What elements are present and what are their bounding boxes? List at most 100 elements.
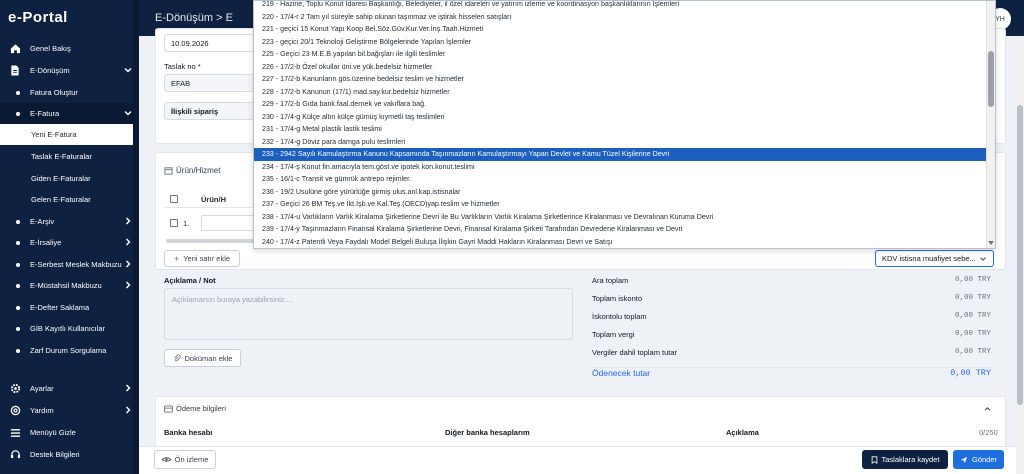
dropdown-option[interactable]: 238 - 17/4-u Varlıkların Varlık Kiralama… — [254, 211, 988, 224]
sidebar-item-e-do-nu-s-u-m[interactable]: E-Dönüşüm — [0, 60, 139, 81]
sidebar-item-taslak-e-faturalar[interactable]: Taslak E-Faturalar — [0, 146, 139, 167]
send-label: Gönder — [971, 455, 998, 464]
home-icon — [8, 42, 22, 56]
save-draft-label: Taslaklara kaydet — [881, 455, 940, 464]
sidebar-item-menu-yu-gizle[interactable]: Menüyü Gizle — [0, 422, 139, 443]
totals-value: 0,00 TRY — [954, 312, 991, 320]
sidebar-scrollbar[interactable] — [133, 0, 139, 474]
sidebar-item-e-serbest-meslek-makbuzu[interactable]: E-Serbest Meslek Makbuzu — [0, 254, 139, 275]
dropdown-option[interactable]: 240 - 17/4-z Patentli Veya Faydalı Model… — [254, 236, 988, 249]
dropdown-option[interactable]: 239 - 17/4-y Taşınmazların Finansal Kira… — [254, 223, 988, 236]
send-button[interactable]: Gönder — [953, 450, 1004, 469]
products-title: Ürün/Hizmet — [164, 166, 220, 175]
sidebar-item-label: E-Fatura — [30, 109, 60, 118]
dropdown-option[interactable]: 230 - 17/4-g Külçe altın külçe gümüş kıy… — [254, 111, 988, 124]
main-scrollbar-thumb[interactable] — [1017, 105, 1023, 405]
kdv-exemption-select[interactable]: KDV istisna muafiyet sebe... — [875, 250, 994, 267]
sidebar-item-destek-bilgileri[interactable]: Destek Bilgileri — [0, 444, 139, 465]
dropdown-option[interactable]: 223 - geçici 20/1 Teknoloji Geliştirme B… — [254, 36, 988, 49]
save-draft-button[interactable]: Taslaklara kaydet — [862, 450, 948, 469]
kdv-exemption-dropdown-list[interactable]: 219 - Hazine, Toplu Konut İdaresi Başkan… — [253, 0, 996, 249]
chevron-down-icon — [979, 255, 987, 263]
draft-no-field[interactable]: EFAB — [164, 74, 254, 92]
card-icon — [164, 404, 173, 413]
dropdown-option[interactable]: 237 - Geçici 26 BM Teş.ve İkt.İşb.ve Kal… — [254, 198, 988, 211]
kdv-exemption-value: KDV istisna muafiyet sebe... — [882, 254, 976, 263]
sidebar-item-e-i-rsaliye[interactable]: E-İrsaliye — [0, 232, 139, 253]
totals-label: Ödenecek tutar — [592, 368, 651, 378]
send-icon — [960, 456, 968, 464]
products-table-header: Ürün/H — [164, 190, 256, 208]
sidebar-item-genel-bak-s[interactable]: Genel Bakış — [0, 38, 139, 59]
collapse-chevron-icon[interactable] — [983, 405, 992, 413]
dropdown-option[interactable]: 234 - 17/4-ş Konut fin.amacıyla tem.göst… — [254, 161, 988, 174]
sidebar-item-yard-m[interactable]: Yardım — [0, 400, 139, 421]
dropdown-option[interactable]: 219 - Hazine, Toplu Konut İdaresi Başkan… — [254, 1, 988, 11]
chevron-right-icon — [123, 259, 133, 269]
char-count: 0/250 — [979, 428, 998, 437]
dropdown-scrollbar-thumb[interactable] — [988, 51, 994, 107]
chevron-right-icon — [123, 405, 133, 415]
app-logo: e-Portal — [8, 9, 68, 26]
bullet-icon — [16, 283, 20, 288]
note-label: Açıklama / Not — [164, 276, 216, 285]
sidebar-item-label: GİB Kayıtlı Kullanıcılar — [30, 324, 106, 333]
dropdown-option[interactable]: 221 - geçici 15 Konut Yapı Koop Bel.Söz.… — [254, 23, 988, 36]
dropdown-option[interactable]: 228 - 17/2-b Kanunun (17/1) mad.say.kur.… — [254, 86, 988, 99]
dropdown-option[interactable]: 226 - 17/2-b Özel okullar üni.ve yük.bed… — [254, 61, 988, 74]
dropdown-option[interactable]: 220 - 17/4-r 2 Tam yıl süreyle sahip olu… — [254, 11, 988, 24]
other-accounts-label: Diğer banka hesaplarım — [445, 428, 530, 437]
dropdown-option[interactable]: 233 - 2942 Sayılı Kamulaştırma Kanunu Ka… — [254, 148, 988, 161]
product-input[interactable] — [201, 215, 256, 231]
sidebar-item-yeni-e-fatura[interactable]: Yeni E-Fatura — [0, 124, 139, 145]
preview-label: Ön izleme — [174, 455, 209, 464]
sidebar-item-label: Yeni E-Fatura — [31, 130, 77, 139]
payment-description-label: Açıklama — [726, 428, 759, 437]
dropdown-option[interactable]: 225 - Geçici 23 M.E.B.yapılan bil.bağışl… — [254, 48, 988, 61]
dropdown-option[interactable]: 232 - 17/4-g Döviz para damga pulu tesli… — [254, 136, 988, 149]
add-row-button[interactable]: + Yeni satır ekle — [164, 250, 240, 267]
products-title-text: Ürün/Hizmet — [176, 166, 221, 175]
support-icon — [8, 448, 22, 462]
scroll-down-arrow-icon[interactable] — [988, 241, 994, 246]
sidebar-item-ayarlar[interactable]: Ayarlar — [0, 378, 139, 399]
chevron-right-icon — [123, 237, 133, 247]
sidebar-item-label: Ayarlar — [30, 384, 54, 393]
dropdown-option[interactable]: 231 - 17/4-g Metal plastik lastik teslim… — [254, 123, 988, 136]
dropdown-option[interactable]: 227 - 17/2-b Kanunların gös.üzerine bede… — [254, 73, 988, 86]
sidebar-item-e-defter-saklama[interactable]: E-Defter Saklama — [0, 297, 139, 318]
sidebar-item-giden-e-faturalar[interactable]: Giden E-Faturalar — [0, 168, 139, 189]
sidebar-item-label: Taslak E-Faturalar — [31, 152, 92, 161]
sidebar-item-label: Yardım — [30, 406, 54, 415]
totals-value: 0,00 TRY — [954, 276, 991, 284]
attach-document-button[interactable]: Doküman ekle — [164, 349, 241, 367]
preview-button[interactable]: Ön izleme — [154, 450, 216, 469]
sidebar-item-gelen-e-faturalar[interactable]: Gelen E-Faturalar — [0, 189, 139, 210]
totals-row: Toplam iskonto 0,00 TRY — [592, 294, 991, 303]
breadcrumb[interactable]: E-Dönüşüm > E — [155, 12, 233, 24]
sidebar-item-label: Destek Bilgileri — [30, 450, 80, 459]
date-field[interactable]: 10.09.2026 — [164, 34, 254, 52]
sidebar-item-fatura-olus-tur[interactable]: Fatura Oluştur — [0, 82, 139, 103]
sidebar-item-label: E-Dönüşüm — [30, 66, 70, 75]
table-h-scrollbar[interactable] — [166, 239, 254, 243]
dropdown-scrollbar[interactable] — [986, 1, 995, 248]
sidebar-item-e-ars-iv[interactable]: E-Arşiv — [0, 211, 139, 232]
payment-title: Ödeme bilgileri — [164, 404, 226, 413]
bank-account-label: Banka hesabı — [164, 428, 213, 437]
note-textarea[interactable]: Açıklamanızı buraya yazabilirsiniz.... — [164, 288, 573, 340]
dropdown-option[interactable]: 235 - 16/1-c Transit ve gümrük antrepo r… — [254, 173, 988, 186]
sidebar-item-e-fatura[interactable]: E-Fatura — [0, 103, 139, 124]
dropdown-option[interactable]: 236 - 19/2 Usulüne göre yürürlüğe girmiş… — [254, 186, 988, 199]
sidebar-item-e-mu-stahsil-makbuzu[interactable]: E-Müstahsil Makbuzu — [0, 275, 139, 296]
totals-value: 0,00 TRY — [954, 348, 991, 356]
add-row-label: Yeni satır ekle — [183, 254, 231, 263]
select-all-checkbox[interactable] — [170, 195, 178, 203]
totals-label: Ara toplam — [592, 276, 629, 285]
row-checkbox[interactable] — [170, 219, 178, 227]
sidebar-item-zarf-durum-sorgulama[interactable]: Zarf Durum Sorgulama — [0, 340, 139, 361]
bookmark-icon — [871, 455, 878, 464]
sidebar-item-gi-b-kay-tl-kullan-c-lar[interactable]: GİB Kayıtlı Kullanıcılar — [0, 318, 139, 339]
related-order-bar[interactable]: İlişkili sipariş — [164, 102, 256, 120]
dropdown-option[interactable]: 229 - 17/2-b Gıda bank.faal.dernek ve va… — [254, 98, 988, 111]
